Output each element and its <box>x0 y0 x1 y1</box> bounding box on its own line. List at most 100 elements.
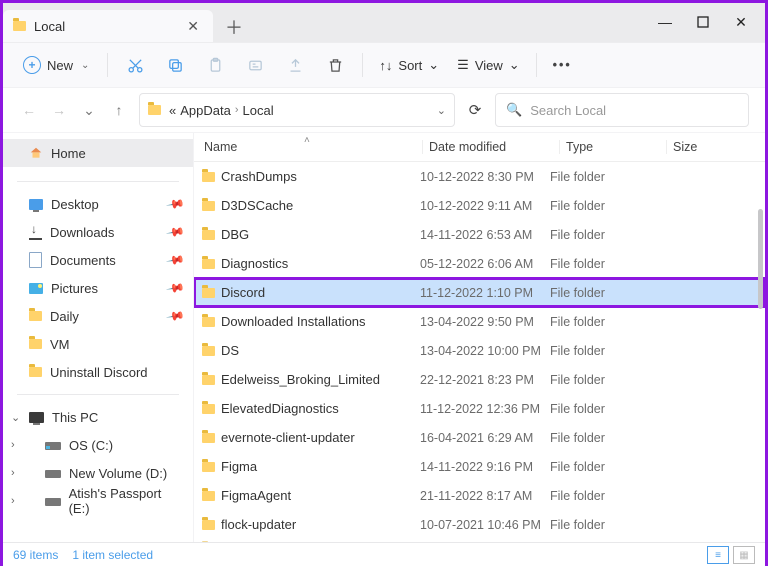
view-button[interactable]: ☰ View ⌄ <box>451 53 526 77</box>
breadcrumb-item[interactable]: AppData <box>180 103 231 118</box>
table-row[interactable]: CrashDumps 10-12-2022 8:30 PM File folde… <box>194 162 765 191</box>
table-row[interactable]: DS 13-04-2022 10:00 PM File folder <box>194 336 765 365</box>
details-view-button[interactable]: ≡ <box>707 546 729 564</box>
sidebar-item[interactable]: Uninstall Discord <box>3 358 193 386</box>
delete-button[interactable] <box>318 48 352 82</box>
sidebar-item-drive[interactable]: › New Volume (D:) <box>3 459 193 487</box>
folder-icon <box>202 288 215 298</box>
minimize-button[interactable]: — <box>647 8 683 36</box>
column-type[interactable]: Type <box>559 140 666 154</box>
sidebar-item[interactable]: Daily 📌 <box>3 302 193 330</box>
search-input[interactable]: 🔍 Search Local <box>495 93 749 127</box>
file-name: DBG <box>221 227 249 242</box>
thumbnails-view-button[interactable]: ▦ <box>733 546 755 564</box>
table-row[interactable]: D3DSCache 10-12-2022 9:11 AM File folder <box>194 191 765 220</box>
separator <box>17 394 179 395</box>
folder-icon <box>202 491 215 501</box>
column-date[interactable]: Date modified <box>422 140 559 154</box>
view-icon: ☰ <box>457 57 469 73</box>
file-name: Edelweiss_Broking_Limited <box>221 372 380 387</box>
column-headers: ˄ Name Date modified Type Size <box>194 133 765 162</box>
sidebar-item[interactable]: Documents 📌 <box>3 246 193 274</box>
column-size[interactable]: Size <box>666 140 733 154</box>
file-list: ˄ Name Date modified Type Size CrashDump… <box>194 133 765 542</box>
copy-button[interactable] <box>158 48 192 82</box>
tab-local[interactable]: Local ✕ <box>3 10 213 42</box>
new-tab-button[interactable]: ＋ <box>219 12 249 42</box>
paste-button[interactable] <box>198 48 232 82</box>
table-row[interactable]: DBG 14-11-2022 6:53 AM File folder <box>194 220 765 249</box>
table-row[interactable]: FigmaAgent 21-11-2022 8:17 AM File folde… <box>194 481 765 510</box>
address-bar-row: ← → ⌄ ↑ « AppData › Local ⌄ ⟳ 🔍 Search L… <box>3 88 765 133</box>
sidebar-item-label: Documents <box>50 253 116 268</box>
new-button[interactable]: + New ⌄ <box>15 52 97 78</box>
chevron-right-icon[interactable]: › <box>11 495 15 507</box>
close-window-button[interactable]: ✕ <box>723 8 759 36</box>
history-dropdown-button[interactable]: ⌄ <box>437 104 446 117</box>
table-row[interactable]: Figma 14-11-2022 9:16 PM File folder <box>194 452 765 481</box>
forward-button[interactable]: → <box>49 102 69 118</box>
table-row[interactable]: evernote-client-updater 16-04-2021 6:29 … <box>194 423 765 452</box>
sort-button[interactable]: ↑↓ Sort ⌄ <box>373 53 445 77</box>
sidebar-item-drive[interactable]: › OS (C:) <box>3 431 193 459</box>
table-row[interactable]: Edelweiss_Broking_Limited 22-12-2021 8:2… <box>194 365 765 394</box>
file-name: Downloaded Installations <box>221 314 366 329</box>
sidebar-item[interactable]: Downloads 📌 <box>3 218 193 246</box>
refresh-button[interactable]: ⟳ <box>465 101 485 119</box>
title-bar: Local ✕ ＋ — ✕ <box>3 3 765 43</box>
file-type: File folder <box>550 373 650 387</box>
selection-count: 1 item selected <box>72 548 153 562</box>
separator <box>536 53 537 77</box>
more-button[interactable]: ••• <box>547 58 578 72</box>
sidebar-item-label: New Volume (D:) <box>69 466 167 481</box>
file-name: DS <box>221 343 239 358</box>
file-name: evernote-client-updater <box>221 430 355 445</box>
file-name: freeyourmusic-updater <box>221 542 351 543</box>
window-controls: — ✕ <box>647 8 759 36</box>
table-row[interactable]: Downloaded Installations 13-04-2022 9:50… <box>194 307 765 336</box>
sidebar-item[interactable]: Pictures 📌 <box>3 274 193 302</box>
file-type: File folder <box>550 518 650 532</box>
navigation-pane: Home Desktop 📌 Downloads 📌 Documents 📌 P… <box>3 133 194 542</box>
sidebar-item-label: Uninstall Discord <box>50 365 148 380</box>
file-date: 21-11-2022 8:17 AM <box>420 489 550 503</box>
share-button[interactable] <box>278 48 312 82</box>
column-name[interactable]: Name <box>200 140 422 154</box>
sidebar-item-drive[interactable]: › Atish's Passport (E:) <box>3 487 193 515</box>
file-name: CrashDumps <box>221 169 297 184</box>
sidebar-item[interactable]: Desktop 📌 <box>3 190 193 218</box>
sidebar-item-label: OS (C:) <box>69 438 113 453</box>
separator <box>17 181 179 182</box>
sidebar-item-label: This PC <box>52 410 98 425</box>
scrollbar-thumb[interactable] <box>758 209 763 309</box>
file-date: 11-12-2022 1:10 PM <box>420 286 550 300</box>
sidebar-item[interactable]: VM <box>3 330 193 358</box>
breadcrumb-overflow[interactable]: « <box>169 103 176 118</box>
table-row[interactable]: Diagnostics 05-12-2022 6:06 AM File fold… <box>194 249 765 278</box>
table-row[interactable]: flock-updater 10-07-2021 10:46 PM File f… <box>194 510 765 539</box>
table-row[interactable]: Discord 11-12-2022 1:10 PM File folder <box>194 278 765 307</box>
tab-close-button[interactable]: ✕ <box>183 16 203 37</box>
toolbar: + New ⌄ ↑↓ Sort ⌄ ☰ View ⌄ ••• <box>3 43 765 88</box>
table-row[interactable]: freeyourmusic-updater 03-08-2021 5:58 AM… <box>194 539 765 542</box>
sort-asc-icon: ˄ <box>304 135 310 146</box>
address-bar[interactable]: « AppData › Local ⌄ <box>139 93 455 127</box>
chevron-right-icon[interactable]: › <box>11 439 15 451</box>
sidebar-item-label: VM <box>50 337 70 352</box>
file-date: 16-04-2021 6:29 AM <box>420 431 550 445</box>
back-button[interactable]: ← <box>19 102 39 118</box>
breadcrumb-item[interactable]: Local <box>243 103 274 118</box>
table-row[interactable]: ElevatedDiagnostics 11-12-2022 12:36 PM … <box>194 394 765 423</box>
chevron-down-icon[interactable]: ⌄ <box>11 411 20 424</box>
recent-locations-button[interactable]: ⌄ <box>79 102 99 119</box>
sidebar-item-label: Desktop <box>51 197 99 212</box>
file-type: File folder <box>550 460 650 474</box>
rename-button[interactable] <box>238 48 272 82</box>
chevron-right-icon[interactable]: › <box>11 467 15 479</box>
folder-icon <box>202 317 215 327</box>
sidebar-item-thispc[interactable]: ⌄ This PC <box>3 403 193 431</box>
sidebar-item-home[interactable]: Home <box>3 139 193 167</box>
cut-button[interactable] <box>118 48 152 82</box>
maximize-button[interactable] <box>685 8 721 36</box>
up-button[interactable]: ↑ <box>109 102 129 118</box>
